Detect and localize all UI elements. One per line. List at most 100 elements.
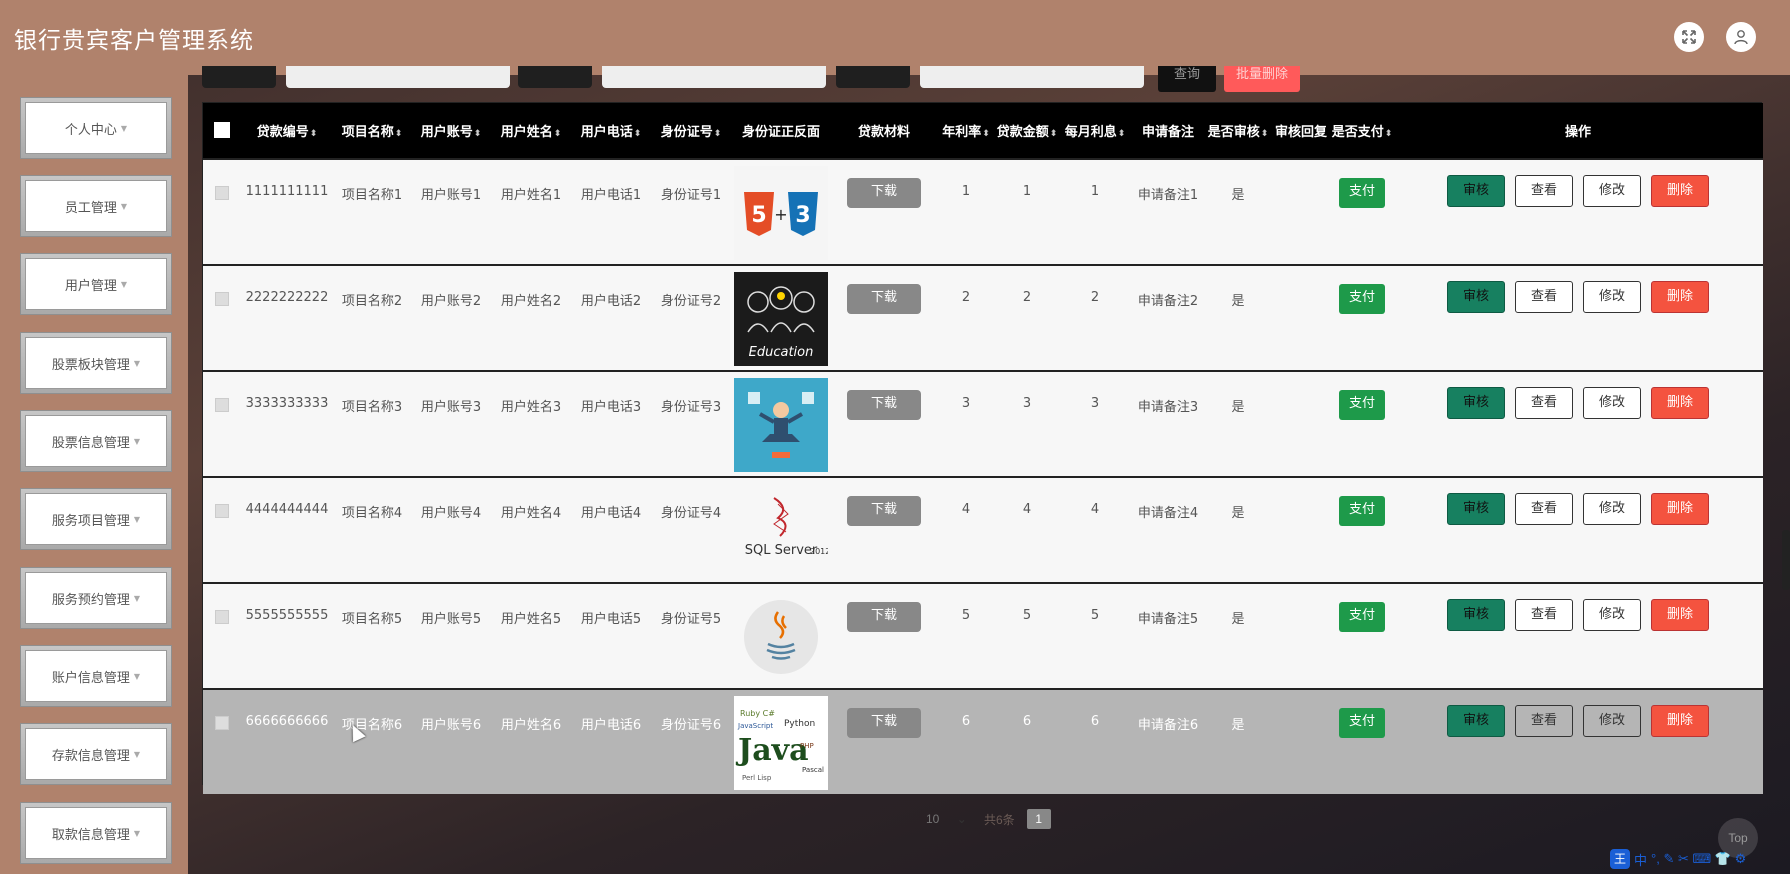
pay-button[interactable]: 支付 bbox=[1339, 390, 1385, 420]
sidebar-item-service-projects[interactable]: 服务项目管理 ▼ bbox=[20, 488, 172, 550]
download-button[interactable]: 下载 bbox=[847, 602, 921, 632]
col-project[interactable]: 项目名称⬍ bbox=[333, 103, 411, 159]
audit-button[interactable]: 审核 bbox=[1447, 599, 1505, 631]
user-icon[interactable] bbox=[1726, 22, 1756, 52]
cell-rate: 6 bbox=[961, 714, 971, 729]
cell-name: 用户姓名5 bbox=[500, 612, 562, 627]
sidebar-item-deposits[interactable]: 存款信息管理 ▼ bbox=[20, 723, 172, 785]
sidebar-item-personal-center[interactable]: 个人中心 ▼ bbox=[20, 97, 172, 159]
sidebar-item-users[interactable]: 用户管理 ▼ bbox=[20, 253, 172, 315]
fullscreen-icon[interactable] bbox=[1674, 22, 1704, 52]
download-button[interactable]: 下载 bbox=[847, 708, 921, 738]
id-card-image[interactable]: Ruby C# JavaScript Python Java PHP Pascal Perl… bbox=[734, 696, 828, 790]
download-button[interactable]: 下载 bbox=[847, 390, 921, 420]
edit-button[interactable]: 修改 bbox=[1583, 705, 1641, 737]
id-card-image[interactable]: SQL Server2012 bbox=[734, 484, 828, 578]
ime-tool-icons[interactable]: °, ✎ ✂ ⌨ 👕 ⚙ bbox=[1651, 851, 1746, 867]
search-input-3[interactable] bbox=[920, 66, 1144, 88]
download-button[interactable]: 下载 bbox=[847, 284, 921, 314]
view-button[interactable]: 查看 bbox=[1515, 175, 1573, 207]
query-button[interactable]: 查询 bbox=[1158, 66, 1216, 92]
row-checkbox[interactable] bbox=[215, 186, 229, 200]
pay-button[interactable]: 支付 bbox=[1339, 178, 1385, 208]
edit-button[interactable]: 修改 bbox=[1583, 281, 1641, 313]
audit-button[interactable]: 审核 bbox=[1447, 493, 1505, 525]
col-amount[interactable]: 贷款金额⬍ bbox=[995, 103, 1059, 159]
pay-button[interactable]: 支付 bbox=[1339, 284, 1385, 314]
col-rate[interactable]: 年利率⬍ bbox=[937, 103, 995, 159]
scrollbar-thumb[interactable] bbox=[1782, 530, 1790, 590]
audit-button[interactable]: 审核 bbox=[1447, 387, 1505, 419]
col-id-no[interactable]: 身份证号⬍ bbox=[651, 103, 731, 159]
chevron-down-icon: ▼ bbox=[133, 358, 141, 368]
cell-audited: 是 bbox=[1231, 506, 1245, 521]
download-button[interactable]: 下载 bbox=[847, 178, 921, 208]
bulk-delete-button[interactable]: 批量删除 bbox=[1224, 66, 1300, 92]
id-card-image[interactable] bbox=[734, 378, 828, 472]
view-button[interactable]: 查看 bbox=[1515, 387, 1573, 419]
edit-button[interactable]: 修改 bbox=[1583, 493, 1641, 525]
col-id-image: 身份证正反面 bbox=[741, 125, 820, 140]
cell-phone: 用户电话6 bbox=[580, 718, 642, 733]
delete-button[interactable]: 删除 bbox=[1651, 599, 1709, 631]
audit-button[interactable]: 审核 bbox=[1447, 705, 1505, 737]
edit-button[interactable]: 修改 bbox=[1583, 175, 1641, 207]
row-checkbox[interactable] bbox=[215, 504, 229, 518]
delete-button[interactable]: 删除 bbox=[1651, 493, 1709, 525]
view-button[interactable]: 查看 bbox=[1515, 705, 1573, 737]
delete-button[interactable]: 删除 bbox=[1651, 281, 1709, 313]
col-interest[interactable]: 每月利息⬍ bbox=[1059, 103, 1131, 159]
sidebar-item-service-booking[interactable]: 服务预约管理 ▼ bbox=[20, 567, 172, 629]
cell-rate: 4 bbox=[961, 502, 971, 517]
row-checkbox[interactable] bbox=[215, 610, 229, 624]
search-input-1[interactable] bbox=[286, 66, 510, 88]
row-checkbox[interactable] bbox=[215, 292, 229, 306]
col-audited[interactable]: 是否审核⬍ bbox=[1205, 103, 1271, 159]
view-button[interactable]: 查看 bbox=[1515, 599, 1573, 631]
audit-button[interactable]: 审核 bbox=[1447, 175, 1505, 207]
edit-button[interactable]: 修改 bbox=[1583, 387, 1641, 419]
row-checkbox[interactable] bbox=[215, 716, 229, 730]
col-name[interactable]: 用户姓名⬍ bbox=[491, 103, 571, 159]
pay-button[interactable]: 支付 bbox=[1339, 496, 1385, 526]
search-input-2[interactable] bbox=[602, 66, 826, 88]
edit-button[interactable]: 修改 bbox=[1583, 599, 1641, 631]
cell-project: 项目名称5 bbox=[341, 612, 403, 627]
delete-button[interactable]: 删除 bbox=[1651, 705, 1709, 737]
sort-icon: ⬍ bbox=[394, 129, 403, 139]
table-row: 2222222222 项目名称2 用户账号2 用户姓名2 用户电话2 身份证号2 Educa… bbox=[203, 265, 1763, 371]
col-account[interactable]: 用户账号⬍ bbox=[411, 103, 491, 159]
sidebar-item-stock-info[interactable]: 股票信息管理 ▼ bbox=[20, 410, 172, 472]
cell-account: 用户账号4 bbox=[420, 506, 482, 521]
page-size-select[interactable]: 10 ⌄ bbox=[912, 812, 972, 826]
id-card-image[interactable]: 5 +3 bbox=[734, 166, 828, 260]
id-card-image[interactable] bbox=[734, 590, 828, 684]
sidebar-item-account-info[interactable]: 账户信息管理 ▼ bbox=[20, 645, 172, 707]
view-button[interactable]: 查看 bbox=[1515, 281, 1573, 313]
cell-name: 用户姓名6 bbox=[500, 718, 562, 733]
delete-button[interactable]: 删除 bbox=[1651, 175, 1709, 207]
id-card-image[interactable]: Education bbox=[734, 272, 828, 366]
sidebar-item-staff[interactable]: 员工管理 ▼ bbox=[20, 175, 172, 237]
cell-id-no: 身份证号1 bbox=[660, 188, 722, 203]
svg-text:SQL Server: SQL Server bbox=[745, 543, 818, 558]
download-button[interactable]: 下载 bbox=[847, 496, 921, 526]
view-button[interactable]: 查看 bbox=[1515, 493, 1573, 525]
sidebar-item-stock-sectors[interactable]: 股票板块管理 ▼ bbox=[20, 332, 172, 394]
pay-button[interactable]: 支付 bbox=[1339, 708, 1385, 738]
audit-button[interactable]: 审核 bbox=[1447, 281, 1505, 313]
ime-mode-toggle[interactable]: 中 bbox=[1634, 850, 1647, 869]
svg-text:3: 3 bbox=[795, 203, 810, 228]
pay-button[interactable]: 支付 bbox=[1339, 602, 1385, 632]
col-loan-no[interactable]: 贷款编号⬍ bbox=[241, 103, 333, 159]
row-checkbox[interactable] bbox=[215, 398, 229, 412]
cell-project: 项目名称3 bbox=[341, 400, 403, 415]
delete-button[interactable]: 删除 bbox=[1651, 387, 1709, 419]
cell-interest: 3 bbox=[1090, 396, 1100, 411]
page-button-current[interactable]: 1 bbox=[1026, 809, 1051, 829]
col-paid[interactable]: 是否支付⬍ bbox=[1331, 103, 1393, 159]
select-all-checkbox[interactable] bbox=[214, 121, 230, 138]
sidebar-item-withdrawals[interactable]: 取款信息管理 ▼ bbox=[20, 802, 172, 864]
ime-logo-icon[interactable]: 王 bbox=[1610, 849, 1630, 869]
col-phone[interactable]: 用户电话⬍ bbox=[571, 103, 651, 159]
